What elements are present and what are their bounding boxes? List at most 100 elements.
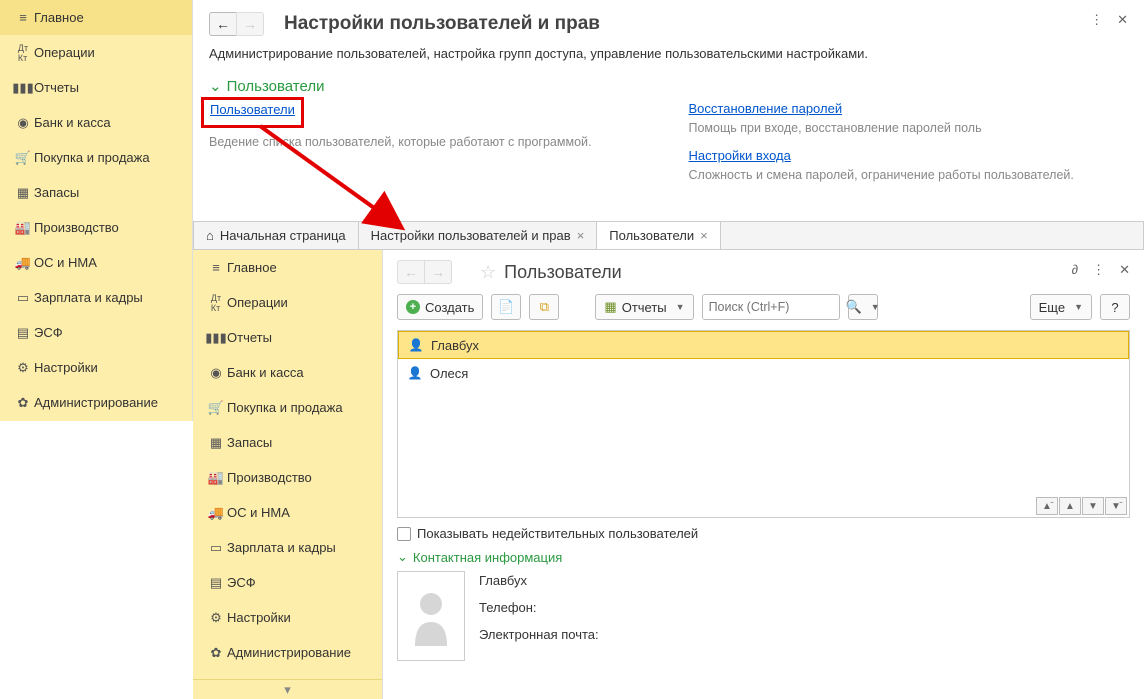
more-menu-icon[interactable]: ⋮: [1090, 12, 1103, 28]
sidebar-item-admin[interactable]: ✿Администрирование: [0, 385, 192, 420]
sidebar-item-label: Настройки: [34, 360, 180, 375]
back-button[interactable]: ←: [209, 12, 237, 36]
sort-down-button[interactable]: ▼: [1082, 497, 1104, 515]
sidebar2-item-production[interactable]: 🏭Производство: [193, 460, 382, 495]
user-icon: 👤: [408, 366, 422, 380]
sidebar-item-bank[interactable]: ◉Банк и касса: [0, 105, 192, 140]
users-link[interactable]: Пользователи: [210, 102, 295, 117]
search-button[interactable]: 🔍 ▼: [848, 294, 878, 320]
factory-icon: 🏭: [205, 470, 227, 486]
chevron-down-icon: ▼: [871, 302, 880, 312]
close-icon[interactable]: ×: [577, 228, 585, 243]
tab-users[interactable]: Пользователи ×: [597, 222, 720, 249]
sidebar-item-esf[interactable]: ▤ЭСФ: [0, 315, 192, 350]
chart-icon: ▮▮▮: [205, 330, 227, 346]
favorite-star-icon[interactable]: ☆: [480, 262, 496, 283]
section-users-header[interactable]: ⌄ Пользователи: [209, 77, 1128, 95]
contact-name: Главбух: [479, 573, 599, 588]
sidebar-item-label: Администрирование: [34, 395, 180, 410]
contact-info-header[interactable]: ⌄ Контактная информация: [397, 549, 1130, 565]
sidebar2-item-reports[interactable]: ▮▮▮Отчеты: [193, 320, 382, 355]
more-menu-icon[interactable]: ⋮: [1092, 262, 1105, 278]
sidebar2-item-stock[interactable]: ▦Запасы: [193, 425, 382, 460]
sidebar2-item-salary[interactable]: ▭Зарплата и кадры: [193, 530, 382, 565]
content-window-actions: ∂ ⋮ ✕: [1072, 262, 1130, 278]
sidebar2-item-os[interactable]: 🚚ОС и НМА: [193, 495, 382, 530]
help-icon: ?: [1111, 300, 1118, 315]
sidebar-item-label: ОС и НМА: [34, 255, 180, 270]
doc-icon: ▤: [205, 575, 227, 591]
sidebar-item-label: Производство: [34, 220, 180, 235]
list-row[interactable]: 👤 Олеся: [398, 359, 1129, 387]
sort-up-button[interactable]: ▲: [1059, 497, 1081, 515]
password-recovery-link[interactable]: Восстановление паролей: [689, 101, 843, 116]
truck-icon: 🚚: [205, 505, 227, 521]
home-icon: ⌂: [206, 228, 214, 243]
coin-icon: ◉: [205, 365, 227, 381]
users-content: ← → ☆ Пользователи ∂ ⋮ ✕ + Создать 📄 ⧉: [383, 250, 1144, 699]
scroll-down-button[interactable]: ▾: [193, 679, 382, 699]
more-dropdown[interactable]: Еще ▼: [1030, 294, 1092, 320]
reports-dropdown[interactable]: ▦ Отчеты ▼: [595, 294, 693, 320]
tab-start-page[interactable]: ⌂ Начальная страница: [194, 222, 359, 249]
sidebar2-item-main[interactable]: ≡Главное: [193, 250, 382, 285]
cart-icon: 🛒: [205, 400, 227, 416]
sidebar-item-stock[interactable]: ▦Запасы: [0, 175, 192, 210]
sliders-icon: ⚙: [12, 360, 34, 376]
sidebar-item-main[interactable]: ≡Главное: [0, 0, 192, 35]
group-icon: ⧉: [540, 299, 549, 315]
create-button[interactable]: + Создать: [397, 294, 483, 320]
sidebar-item-os[interactable]: 🚚ОС и НМА: [0, 245, 192, 280]
help-button[interactable]: ?: [1100, 294, 1130, 320]
user-avatar[interactable]: [397, 571, 465, 661]
search-input[interactable]: [703, 295, 840, 319]
link-icon[interactable]: ∂: [1072, 262, 1078, 278]
group-button[interactable]: ⧉: [529, 294, 559, 320]
sidebar-item-label: Зарплата и кадры: [34, 290, 180, 305]
sidebar2-item-bank[interactable]: ◉Банк и касса: [193, 355, 382, 390]
user-name: Олеся: [430, 366, 468, 381]
sliders-icon: ⚙: [205, 610, 227, 626]
sidebar-item-salary[interactable]: ▭Зарплата и кадры: [0, 280, 192, 315]
dr-icon: ДтКт: [205, 293, 227, 313]
contact-info-label: Контактная информация: [413, 550, 562, 565]
doc-icon: ▤: [12, 325, 34, 341]
sidebar-item-settings[interactable]: ⚙Настройки: [0, 350, 192, 385]
tab-bar: ⌂ Начальная страница Настройки пользоват…: [193, 221, 1144, 250]
sidebar-item-buy-sell[interactable]: 🛒Покупка и продажа: [0, 140, 192, 175]
close-icon[interactable]: ✕: [1119, 262, 1130, 278]
sort-top-button[interactable]: ▲̄: [1036, 497, 1058, 515]
forward-button[interactable]: →: [236, 12, 264, 36]
sort-bottom-button[interactable]: ▼̄: [1105, 497, 1127, 515]
content-title: Пользователи: [504, 262, 621, 283]
close-icon[interactable]: ×: [700, 228, 708, 243]
sidebar2-item-esf[interactable]: ▤ЭСФ: [193, 565, 382, 600]
toolbar: + Создать 📄 ⧉ ▦ Отчеты ▼ × 🔍 ▼: [383, 290, 1144, 330]
sidebar2-item-operations[interactable]: ДтКтОперации: [193, 285, 382, 320]
copy-button[interactable]: 📄: [491, 294, 521, 320]
plus-icon: +: [406, 300, 420, 314]
sidebar-item-production[interactable]: 🏭Производство: [0, 210, 192, 245]
sidebar-item-operations[interactable]: ДтКтОперации: [0, 35, 192, 70]
sidebar-item-label: Покупка и продажа: [34, 150, 180, 165]
login-settings-link[interactable]: Настройки входа: [689, 148, 791, 163]
sidebar2-item-buy-sell[interactable]: 🛒Покупка и продажа: [193, 390, 382, 425]
sidebar2-item-admin[interactable]: ✿Администрирование: [193, 635, 382, 670]
search-icon: 🔍: [846, 299, 862, 315]
sidebar2-item-settings[interactable]: ⚙Настройки: [193, 600, 382, 635]
factory-icon: 🏭: [12, 220, 34, 236]
bars-icon: ≡: [205, 260, 227, 275]
show-inactive-checkbox[interactable]: [397, 527, 411, 541]
user-icon: 👤: [409, 338, 423, 352]
forward-button[interactable]: →: [424, 260, 452, 284]
close-icon[interactable]: ✕: [1117, 12, 1128, 28]
sidebar-item-label: Операции: [34, 45, 180, 60]
users-list: 👤 Главбух 👤 Олеся ▲̄ ▲ ▼ ▼̄: [397, 330, 1130, 518]
tab-user-settings[interactable]: Настройки пользователей и прав ×: [359, 222, 598, 249]
sidebar-item-reports[interactable]: ▮▮▮Отчеты: [0, 70, 192, 105]
password-recovery-desc: Помощь при входе, восстановление паролей…: [689, 120, 1129, 138]
sidebar-item-label: Главное: [34, 10, 180, 25]
list-row[interactable]: 👤 Главбух: [398, 331, 1129, 359]
cart-icon: 🛒: [12, 150, 34, 166]
back-button[interactable]: ←: [397, 260, 425, 284]
